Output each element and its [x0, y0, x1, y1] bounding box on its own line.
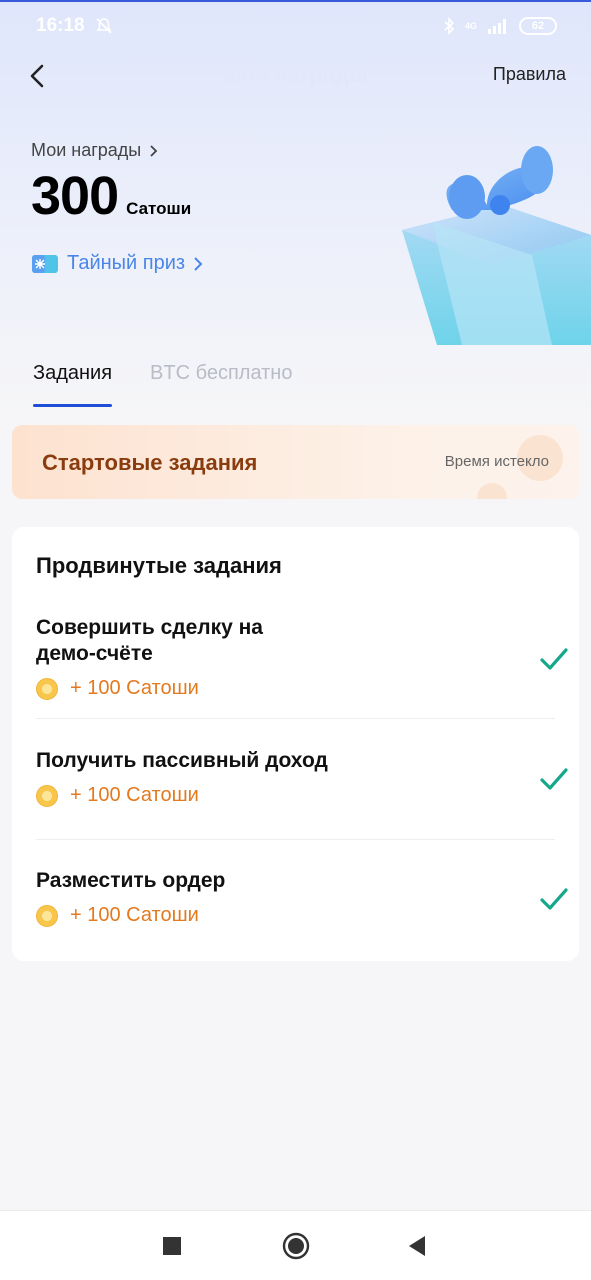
- task-reward: + 100 Сатоши: [36, 784, 555, 807]
- rewards-unit: Сатоши: [126, 199, 192, 218]
- start-tasks-title: Стартовые задания: [42, 450, 258, 475]
- chevron-right-icon: [150, 144, 158, 157]
- system-nav-bar: [0, 1210, 591, 1280]
- bell-muted-icon: [96, 18, 112, 34]
- battery-indicator: 62: [519, 17, 557, 35]
- coin-icon: [36, 677, 58, 700]
- advanced-tasks-card: Продвинутые задания Совершить сделку на …: [12, 527, 579, 961]
- my-rewards-link[interactable]: Мои награды: [31, 140, 159, 161]
- status-time: 16:18: [36, 15, 85, 36]
- rules-link[interactable]: Правила: [493, 64, 566, 85]
- task-item[interactable]: Разместить ордер + 100 Сатоши: [36, 868, 555, 927]
- recent-apps-icon[interactable]: [163, 1237, 181, 1255]
- task-reward-label: + 100 Сатоши: [70, 904, 199, 926]
- bluetooth-icon: [444, 17, 455, 35]
- ticket-icon: [32, 254, 58, 273]
- task-title: Разместить ордер: [36, 869, 226, 892]
- checkmark-icon: [540, 768, 568, 790]
- divider: [36, 839, 555, 840]
- checkmark-icon: [540, 888, 568, 910]
- network-label: 4G: [464, 21, 477, 31]
- checkmark-icon: [540, 648, 568, 670]
- task-reward: + 100 Сатоши: [36, 677, 555, 700]
- back-nav-icon[interactable]: [407, 1236, 427, 1256]
- tab-tasks[interactable]: Задания: [33, 362, 113, 407]
- start-tasks-status: Время истекло: [444, 453, 549, 470]
- coin-icon: [36, 904, 58, 927]
- my-rewards-label: Мои награды: [31, 140, 142, 160]
- chevron-right-icon: [194, 256, 203, 271]
- advanced-tasks-title: Продвинутые задания: [36, 553, 282, 578]
- secret-prize-label: Тайный приз: [67, 252, 186, 274]
- task-title-line: демо-счёте: [36, 642, 153, 665]
- status-bar: 16:18 4G 62: [0, 0, 591, 52]
- status-left: 16:18: [36, 15, 113, 37]
- divider: [36, 718, 555, 719]
- gift-box-icon: [402, 146, 591, 345]
- decor-circle: [477, 483, 507, 499]
- task-reward-label: + 100 Сатоши: [70, 677, 199, 699]
- task-item[interactable]: Получить пассивный доход + 100 Сатоши: [36, 748, 555, 807]
- task-reward: + 100 Сатоши: [36, 904, 555, 927]
- rewards-balance: 300 Сатоши: [31, 165, 191, 227]
- tab-bar: Задания BTC бесплатно: [33, 362, 292, 407]
- secret-prize-link[interactable]: Тайный приз: [31, 252, 203, 275]
- task-title-line: Совершить сделку на: [36, 616, 263, 639]
- signal-icon: [488, 19, 506, 34]
- status-right: 4G 62: [443, 17, 557, 35]
- nav-bar: Мои награды Правила: [0, 52, 591, 98]
- task-reward-label: + 100 Сатоши: [70, 784, 199, 806]
- task-title: Получить пассивный доход: [36, 749, 328, 772]
- home-icon[interactable]: [282, 1232, 310, 1260]
- start-tasks-card[interactable]: Стартовые задания Время истекло: [12, 425, 579, 499]
- task-item[interactable]: Совершить сделку на демо-счёте + 100 Сат…: [36, 615, 555, 700]
- tab-btc-free[interactable]: BTC бесплатно: [150, 362, 292, 407]
- task-title: Совершить сделку на демо-счёте: [36, 615, 555, 667]
- battery-level: 62: [531, 20, 545, 32]
- rewards-amount: 300: [31, 166, 119, 226]
- coin-icon: [36, 784, 58, 807]
